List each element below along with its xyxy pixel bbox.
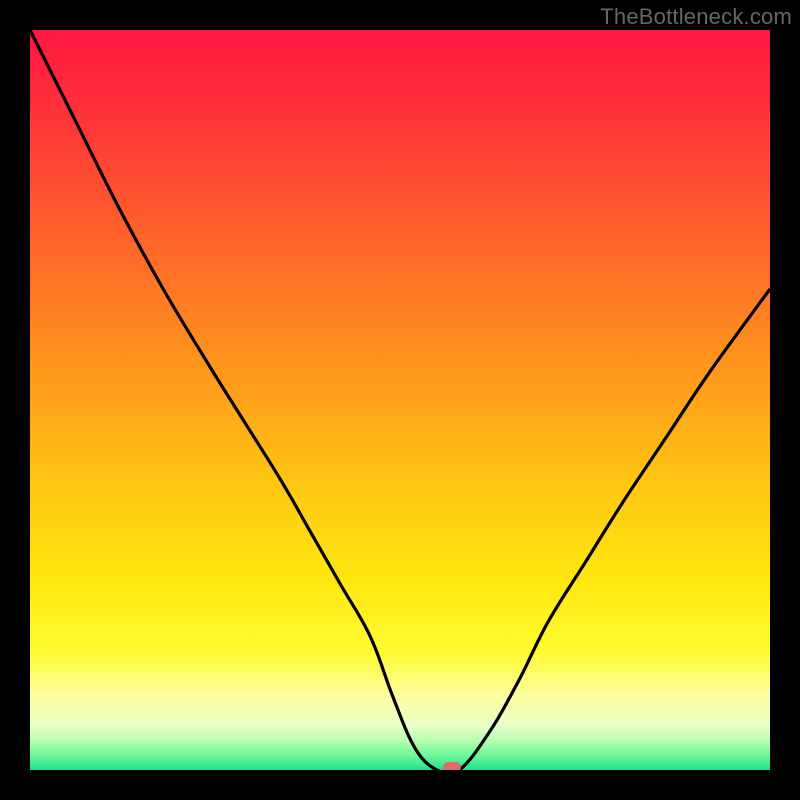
bottleneck-curve (30, 30, 770, 770)
watermark-text: TheBottleneck.com (600, 4, 792, 30)
optimal-point-marker (443, 762, 461, 770)
plot-area (30, 30, 770, 770)
bottleneck-curve-path (30, 30, 770, 770)
chart-frame: TheBottleneck.com (0, 0, 800, 800)
